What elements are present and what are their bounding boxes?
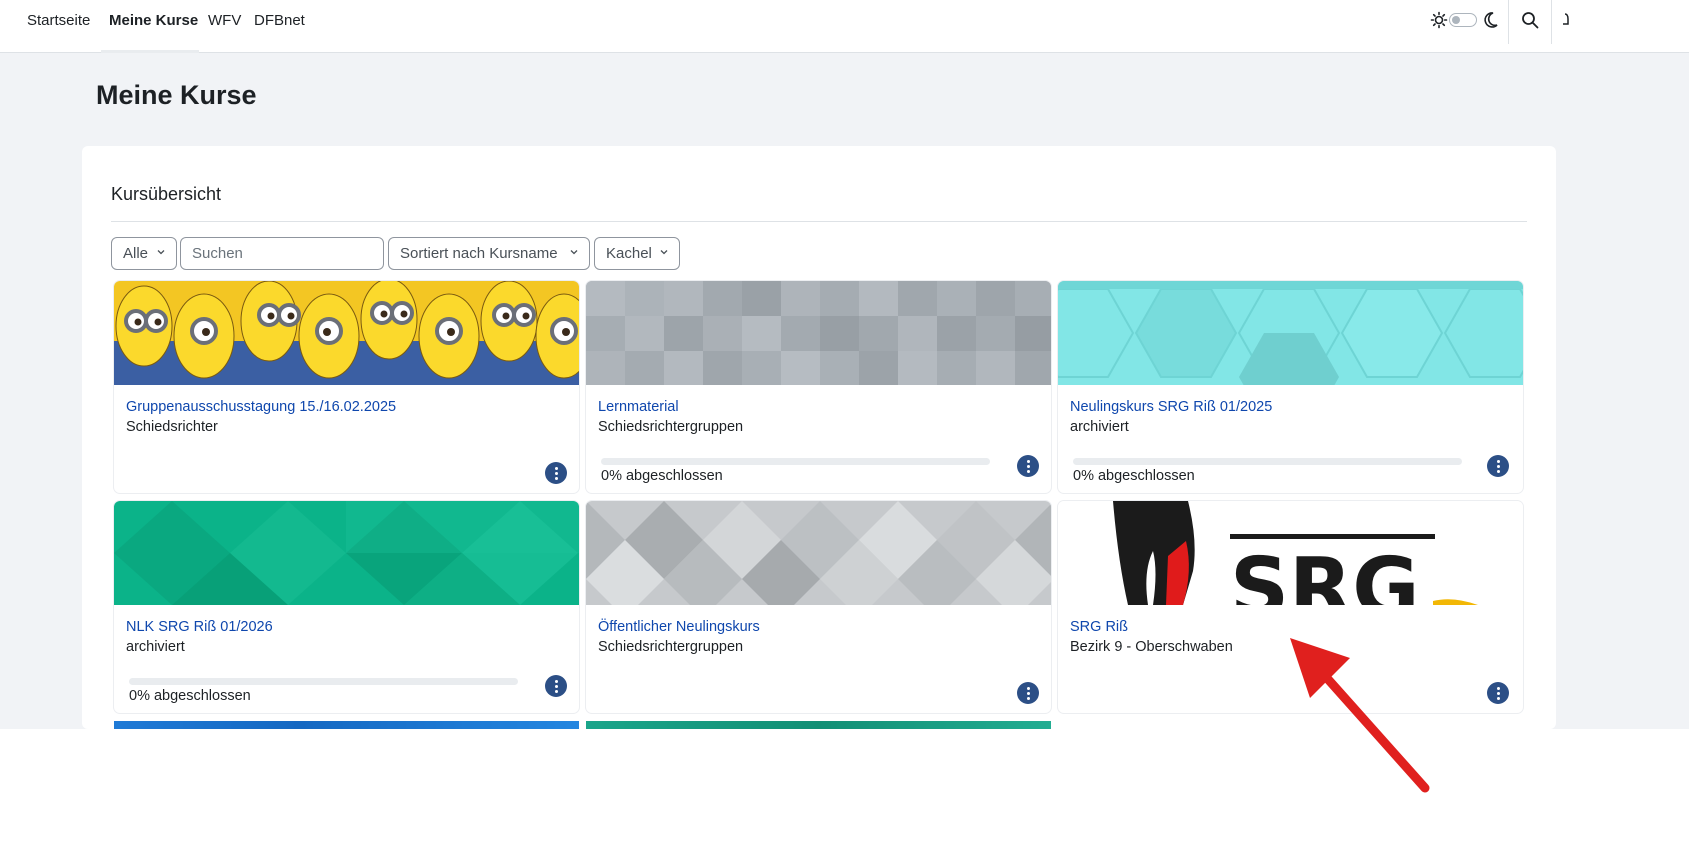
course-category: archiviert (1070, 419, 1129, 435)
course-card-partial[interactable] (114, 721, 579, 729)
course-link[interactable]: Gruppenausschusstagung 15./16.02.2025 (126, 399, 396, 415)
nav-meine-kurse[interactable]: Meine Kurse (109, 12, 198, 29)
course-menu-button[interactable] (1487, 455, 1509, 477)
course-menu-button[interactable] (545, 675, 567, 697)
progress-label: 0% abgeschlossen (1073, 468, 1195, 484)
course-image-pattern[interactable] (586, 281, 1051, 385)
course-category: Schiedsrichter (126, 419, 218, 435)
svg-text:SRG: SRG (1230, 541, 1420, 605)
bell-icon[interactable] (1561, 10, 1569, 30)
nav-startseite[interactable]: Startseite (27, 12, 90, 29)
course-menu-button[interactable] (545, 462, 567, 484)
course-card[interactable]: Neulingskurs SRG Riß 01/2025 archiviert … (1058, 281, 1523, 493)
course-card[interactable]: Lernmaterial Schiedsrichtergruppen 0% ab… (586, 281, 1051, 493)
search-input[interactable]: Suchen (180, 237, 384, 270)
theme-switch[interactable] (1449, 13, 1477, 27)
course-category: Bezirk 9 - Oberschwaben (1070, 639, 1233, 655)
course-category: Schiedsrichtergruppen (598, 639, 744, 655)
sort-dropdown[interactable]: Sortiert nach Kursname (388, 237, 590, 270)
course-category: Schiedsrichtergruppen (598, 419, 744, 435)
course-overview-title: Kursübersicht (111, 184, 222, 204)
course-card[interactable]: Gruppenausschusstagung 15./16.02.2025 Sc… (114, 281, 579, 493)
nav-divider (1551, 0, 1552, 44)
sort-label: Sortiert nach Kursname (400, 245, 558, 262)
chevron-down-icon (157, 250, 165, 255)
course-image-pattern[interactable] (114, 501, 579, 605)
progress-label: 0% abgeschlossen (129, 688, 251, 704)
course-card[interactable]: NLK SRG Riß 01/2026 archiviert 0% abgesc… (114, 501, 579, 713)
theme-toggle[interactable] (1430, 11, 1500, 29)
course-menu-button[interactable] (1017, 682, 1039, 704)
top-navbar: Startseite Meine Kurse WFV DFBnet (0, 0, 1689, 53)
view-dropdown[interactable]: Kachel (594, 237, 680, 270)
sun-icon (1430, 11, 1448, 29)
chevron-down-icon (570, 250, 578, 255)
course-menu-button[interactable] (1017, 455, 1039, 477)
course-image-minions[interactable] (114, 281, 579, 385)
progress-bar (601, 458, 990, 465)
search-icon[interactable] (1521, 11, 1539, 29)
course-category: archiviert (126, 639, 185, 655)
nav-wfv[interactable]: WFV (208, 12, 241, 29)
course-image-pattern[interactable] (1058, 281, 1523, 385)
progress-label: 0% abgeschlossen (601, 468, 723, 484)
progress-bar (1073, 458, 1462, 465)
nav-divider (1508, 0, 1509, 44)
view-label: Kachel (606, 245, 652, 262)
divider (111, 221, 1527, 222)
course-link[interactable]: Öffentlicher Neulingskurs (598, 619, 760, 635)
search-placeholder: Suchen (192, 245, 243, 262)
course-link[interactable]: Lernmaterial (598, 399, 679, 415)
course-menu-button[interactable] (1487, 682, 1509, 704)
filter-dropdown[interactable]: Alle (111, 237, 177, 270)
course-link[interactable]: SRG Riß (1070, 619, 1128, 635)
page-title: Meine Kurse (96, 80, 257, 110)
filter-label: Alle (123, 245, 149, 262)
progress-bar (129, 678, 518, 685)
chevron-down-icon (660, 250, 668, 255)
course-link[interactable]: NLK SRG Riß 01/2026 (126, 619, 273, 635)
annotation-arrow-icon (1290, 638, 1430, 793)
course-image-pattern[interactable] (586, 501, 1051, 605)
moon-icon (1484, 12, 1498, 28)
course-card[interactable]: Öffentlicher Neulingskurs Schiedsrichter… (586, 501, 1051, 713)
course-link[interactable]: Neulingskurs SRG Riß 01/2025 (1070, 399, 1272, 415)
course-card-partial[interactable] (586, 721, 1051, 729)
course-image-srg-logo[interactable]: SRG (1058, 501, 1523, 605)
nav-dfbnet[interactable]: DFBnet (254, 12, 305, 29)
